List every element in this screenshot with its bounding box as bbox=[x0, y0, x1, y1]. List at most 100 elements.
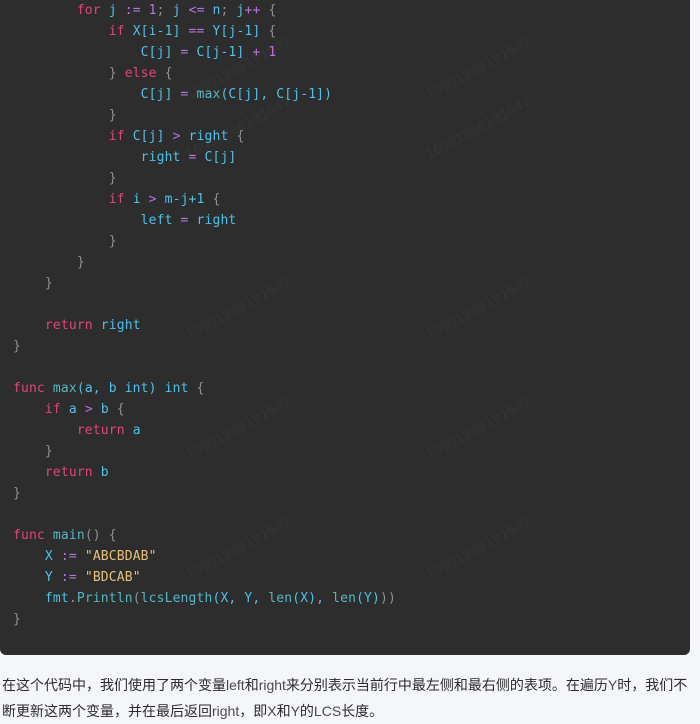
token-operator: ++ bbox=[244, 3, 261, 18]
token-args: (C[j], C[j-1]) bbox=[220, 87, 333, 102]
token-identifier: right bbox=[196, 213, 237, 228]
paragraph-text: 的 bbox=[299, 703, 314, 719]
paragraph-text: 在这个代码中，我们使用了两个变量 bbox=[2, 677, 226, 693]
code-content[interactable]: for j := 1; j <= n; j++ { if X[i-1] == Y… bbox=[13, 0, 690, 630]
token-keyword: return bbox=[44, 465, 93, 480]
token-punct: { bbox=[268, 24, 277, 39]
code-line: for j := 1; j <= n; j++ { bbox=[13, 0, 690, 21]
code-line: if i > m-j+1 { bbox=[13, 189, 690, 210]
token-identifier: j bbox=[172, 3, 181, 18]
token-index: [j] bbox=[148, 45, 173, 60]
token-keyword: if bbox=[108, 129, 125, 144]
paragraph-var-y-2: Y bbox=[290, 703, 300, 719]
token-operator: = bbox=[188, 150, 197, 165]
paragraph-var-y: Y bbox=[607, 677, 618, 693]
token-operator: = bbox=[180, 213, 189, 228]
token-index: [j] bbox=[140, 129, 165, 144]
token-identifier: C bbox=[140, 45, 149, 60]
token-identifier: b bbox=[100, 465, 109, 480]
token-operator: = bbox=[180, 87, 189, 102]
token-function: len bbox=[268, 591, 293, 606]
token-punct: { bbox=[116, 402, 125, 417]
token-punct: ; bbox=[156, 3, 165, 18]
token-string: "ABCBDAB" bbox=[84, 549, 157, 564]
token-function-name: main bbox=[52, 528, 85, 543]
paragraph-text: 和 bbox=[276, 703, 291, 719]
code-line: fmt.Println(lcsLength(X, Y, len(X), len(… bbox=[13, 588, 690, 609]
code-line: left = right bbox=[13, 210, 690, 231]
code-line: } bbox=[13, 273, 690, 294]
paragraph-text: ，即 bbox=[239, 703, 268, 719]
token-params: () bbox=[84, 528, 101, 543]
code-line: C[j] = C[j-1] + 1 bbox=[13, 42, 690, 63]
token-punct: )) bbox=[380, 591, 396, 606]
paragraph-var-x: X bbox=[267, 703, 277, 719]
token-keyword: func bbox=[13, 528, 45, 543]
token-args: (Y) bbox=[356, 591, 381, 606]
paragraph-text: 和 bbox=[244, 677, 259, 693]
paragraph-text: 来分别表示当前行中最左侧和最右侧的表项。在遍历 bbox=[285, 677, 608, 693]
code-line: return b bbox=[13, 462, 690, 483]
token-punct: { bbox=[212, 192, 221, 207]
token-operator: > bbox=[148, 192, 157, 207]
token-function-name: max bbox=[52, 381, 77, 396]
code-scroll-area[interactable]: for j := 1; j <= n; j++ { if X[i-1] == Y… bbox=[0, 0, 690, 655]
token-identifier: X bbox=[132, 24, 141, 39]
token-type: int bbox=[164, 381, 189, 396]
token-punct: } bbox=[108, 108, 117, 123]
token-identifier: right bbox=[100, 318, 141, 333]
token-index: [j-1] bbox=[204, 45, 245, 60]
token-identifier: X bbox=[44, 549, 53, 564]
code-line: if X[i-1] == Y[j-1] { bbox=[13, 21, 690, 42]
code-line: C[j] = max(C[j], C[j-1]) bbox=[13, 84, 690, 105]
token-operator: := bbox=[124, 3, 141, 18]
code-line: func main() { bbox=[13, 525, 690, 546]
token-punct: { bbox=[236, 129, 245, 144]
token-punct: } bbox=[76, 255, 85, 270]
explanation-paragraph: 在这个代码中，我们使用了两个变量left和right来分别表示当前行中最左侧和最… bbox=[0, 672, 700, 724]
token-punct: { bbox=[268, 3, 277, 18]
token-punct: . bbox=[68, 591, 77, 606]
token-operator: > bbox=[84, 402, 93, 417]
token-operator: == bbox=[188, 24, 205, 39]
code-line: } bbox=[13, 483, 690, 504]
code-line: Y := "BDCAB" bbox=[13, 567, 690, 588]
code-line: } bbox=[13, 105, 690, 126]
paragraph-code-right: right bbox=[258, 677, 286, 693]
paragraph-code-left: left bbox=[226, 677, 245, 693]
token-identifier: Y bbox=[44, 570, 53, 585]
code-line: func max(a, b int) int { bbox=[13, 378, 690, 399]
token-params: (a, b int) bbox=[76, 381, 157, 396]
token-identifier: j bbox=[108, 3, 117, 18]
token-punct: { bbox=[164, 66, 173, 81]
token-punct: { bbox=[196, 381, 205, 396]
code-line: right = C[j] bbox=[13, 147, 690, 168]
token-identifier: C bbox=[196, 45, 205, 60]
code-line: return right bbox=[13, 315, 690, 336]
token-keyword: if bbox=[108, 24, 125, 39]
token-function: lcsLength bbox=[140, 591, 213, 606]
token-keyword: func bbox=[13, 381, 45, 396]
token-identifier: a bbox=[132, 423, 141, 438]
token-args: (X), bbox=[292, 591, 333, 606]
token-identifier: left bbox=[140, 213, 173, 228]
token-keyword: if bbox=[44, 402, 61, 417]
token-punct: ; bbox=[220, 3, 229, 18]
token-punct: } bbox=[44, 276, 53, 291]
code-line: } bbox=[13, 231, 690, 252]
token-operator: := bbox=[60, 549, 77, 564]
code-line: } else { bbox=[13, 63, 690, 84]
code-line: } bbox=[13, 252, 690, 273]
token-identifier: b bbox=[100, 402, 109, 417]
code-line: } bbox=[13, 609, 690, 630]
token-identifier: C bbox=[132, 129, 141, 144]
token-index: [j-1] bbox=[220, 24, 261, 39]
token-punct: } bbox=[44, 444, 53, 459]
paragraph-code-right-2: right bbox=[212, 703, 240, 719]
token-operator: > bbox=[172, 129, 181, 144]
token-operator: = bbox=[180, 45, 189, 60]
token-identifier: C bbox=[140, 87, 149, 102]
token-index: [i-1] bbox=[140, 24, 181, 39]
